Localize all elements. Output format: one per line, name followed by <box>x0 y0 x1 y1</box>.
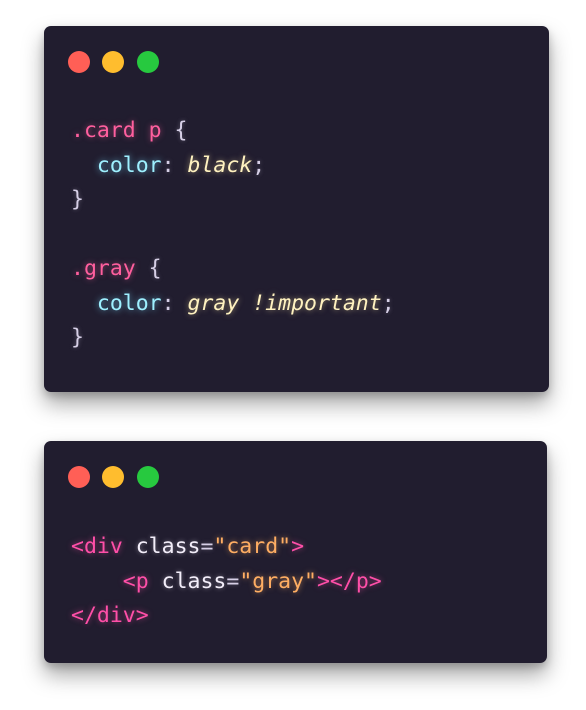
punctuation-token: : <box>161 290 188 316</box>
css-value-token: black <box>187 152 253 178</box>
punctuation-token: } <box>71 187 84 212</box>
code-line: .gray { <box>71 252 395 287</box>
css-property-token: color <box>96 152 162 178</box>
code-line: } <box>71 183 395 218</box>
code-line: } <box>71 321 395 356</box>
html-tag-token: </div> <box>71 603 149 628</box>
code-line: </div> <box>71 599 382 634</box>
code-line: <div class="card"> <box>71 530 382 565</box>
minimize-dot-icon[interactable] <box>102 466 124 488</box>
css-selector-token: .gray <box>71 256 136 281</box>
attribute-string-token: "gray" <box>239 568 317 594</box>
css-code-block: .card p { color: black;} .gray { color: g… <box>71 114 395 356</box>
punctuation-token: { <box>135 256 162 281</box>
html-tag-token: ></p> <box>316 568 382 594</box>
css-code-window: .card p { color: black;} .gray { color: g… <box>44 26 549 392</box>
code-line: color: gray !important; <box>71 287 395 322</box>
punctuation-token: } <box>71 325 84 350</box>
punctuation-token: ; <box>381 290 395 316</box>
html-attribute-token: class <box>161 568 227 594</box>
html-tag-token: > <box>291 534 305 559</box>
punctuation-token: { <box>161 118 188 143</box>
attribute-string-token: "card" <box>213 534 292 559</box>
punctuation-token: : <box>161 152 188 178</box>
html-code-block: <div class="card"> <p class="gray"></p> <… <box>71 530 382 634</box>
css-selector-token: .card p <box>71 118 162 143</box>
html-attribute-token: class <box>135 534 201 559</box>
code-line: <p class="gray"></p> <box>71 565 382 600</box>
code-line: color: black; <box>71 149 395 184</box>
html-tag-token: <p <box>122 568 149 594</box>
maximize-dot-icon[interactable] <box>137 51 159 73</box>
close-dot-icon[interactable] <box>68 51 90 73</box>
code-line: .card p { <box>71 114 395 149</box>
punctuation-token: = <box>226 568 240 594</box>
maximize-dot-icon[interactable] <box>137 466 159 488</box>
punctuation-token: = <box>200 534 214 559</box>
css-value-token: gray !important <box>187 290 382 316</box>
punctuation-token: ; <box>252 152 266 178</box>
html-tag-token: <div <box>71 534 123 559</box>
css-property-token: color <box>96 290 162 316</box>
minimize-dot-icon[interactable] <box>102 51 124 73</box>
close-dot-icon[interactable] <box>68 466 90 488</box>
html-code-window: <div class="card"> <p class="gray"></p> <… <box>44 441 547 663</box>
